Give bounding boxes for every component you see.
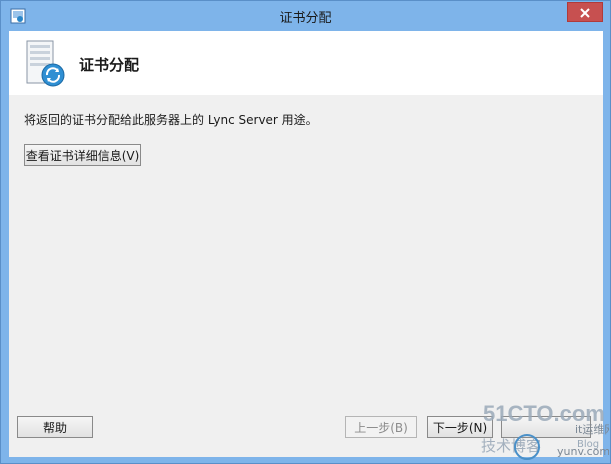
wizard-window: 证书分配 证书分配 将返回的证书分配给此服务器上的 Lync Server 用途… — [0, 0, 611, 464]
view-certificate-details-button[interactable]: 查看证书详细信息(V) — [24, 144, 141, 166]
wizard-header: 证书分配 — [9, 31, 603, 95]
help-button[interactable]: 帮助 — [17, 416, 93, 438]
description-text: 将返回的证书分配给此服务器上的 Lync Server 用途。 — [24, 113, 318, 127]
next-button[interactable]: 下一步(N) — [427, 416, 493, 438]
cancel-button[interactable] — [501, 416, 591, 438]
back-button[interactable]: 上一步(B) — [345, 416, 417, 438]
close-button[interactable] — [567, 2, 603, 22]
wizard-body: 证书分配 将返回的证书分配给此服务器上的 Lync Server 用途。 查看证… — [9, 31, 603, 457]
close-icon — [579, 3, 591, 22]
title-bar[interactable]: 证书分配 — [1, 1, 610, 31]
page-title: 证书分配 — [79, 56, 140, 74]
server-refresh-icon — [23, 39, 69, 89]
window-title: 证书分配 — [279, 11, 332, 26]
